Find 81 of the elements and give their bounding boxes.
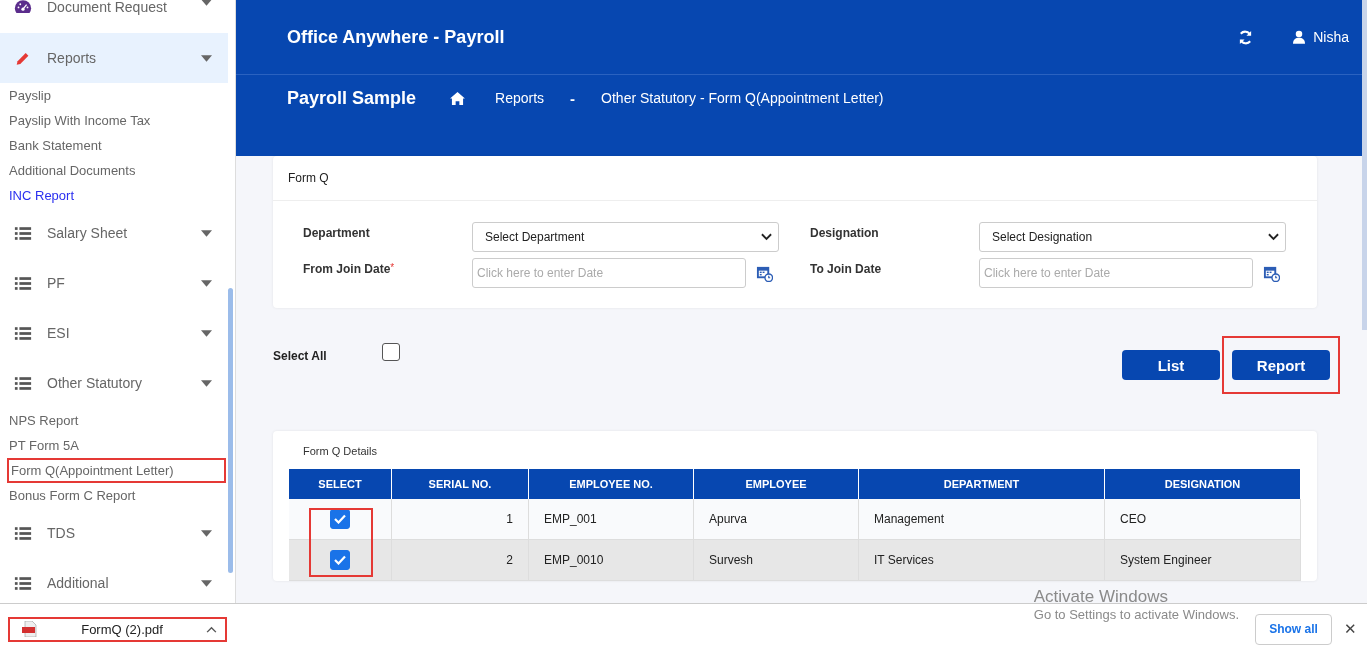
close-button[interactable]: ✕ <box>1344 620 1357 638</box>
table-cell: IT Services <box>874 553 934 567</box>
company-name: Payroll Sample <box>287 87 417 109</box>
chevron-icon <box>761 233 772 241</box>
caret-icon <box>201 229 212 237</box>
activation-notice-title: Activate Windows <box>1033 587 1169 607</box>
action-button[interactable]: List <box>1122 350 1220 380</box>
check-icon <box>334 555 346 565</box>
chevron-up-icon <box>206 625 217 633</box>
sidebar-group[interactable]: TDS <box>0 508 228 558</box>
date-input[interactable]: Click here to enter Date <box>979 258 1253 288</box>
action-button[interactable]: Report <box>1232 350 1330 380</box>
caret-icon <box>201 279 212 287</box>
user-icon <box>1293 30 1306 44</box>
sidebar-item[interactable]: Bonus Form C Report <box>0 483 228 508</box>
table-cell: EMP_001 <box>544 512 597 526</box>
list-icon <box>14 325 32 341</box>
field-label: Department <box>303 225 371 240</box>
table-cell: Survesh <box>709 553 754 567</box>
breadcrumb-link[interactable]: Reports <box>495 90 545 106</box>
table-title: Form Q Details <box>302 445 378 457</box>
select-all-checkbox[interactable] <box>382 343 400 361</box>
show-all-button[interactable]: Show all <box>1255 613 1332 645</box>
sidebar-item[interactable]: NPS Report <box>0 408 228 433</box>
table-cell: System Engineer <box>1120 553 1212 567</box>
caret-icon <box>201 579 212 587</box>
field-label: To Join Date <box>810 261 883 276</box>
required-mark: * <box>390 262 395 273</box>
dropdown[interactable]: Select Designation <box>979 222 1286 252</box>
caret-icon <box>201 0 212 6</box>
activation-notice-text: Go to Settings to activate Windows. <box>1033 607 1239 622</box>
caret-icon <box>201 529 212 537</box>
sidebar-group[interactable]: Document Request <box>0 0 228 21</box>
sidebar-item[interactable]: PT Form 5A <box>0 433 228 458</box>
sidebar-group[interactable]: Salary Sheet <box>0 208 228 258</box>
sidebar-group[interactable]: Reports <box>0 33 228 83</box>
sidebar-item[interactable]: INC Report <box>0 183 228 208</box>
calendar-icon[interactable] <box>756 264 773 282</box>
sidebar-group[interactable]: Other Statutory <box>0 358 228 408</box>
table-cell: 2 <box>506 553 513 567</box>
sidebar-item[interactable]: Form Q(Appointment Letter) <box>7 458 226 483</box>
caret-icon <box>201 329 212 337</box>
table-cell: 1 <box>506 512 513 526</box>
table-cell: Apurva <box>709 512 748 526</box>
scrollbar[interactable] <box>1362 0 1367 330</box>
list-icon <box>14 275 32 291</box>
sidebar-group[interactable]: ESI <box>0 308 228 358</box>
row-checkbox[interactable] <box>330 509 350 529</box>
chevron-icon <box>1268 233 1279 241</box>
pdf-file-icon <box>22 621 38 637</box>
user-name[interactable]: Nisha <box>1313 29 1349 45</box>
table-cell: Management <box>874 512 945 526</box>
sidebar-item[interactable]: Bank Statement <box>0 133 228 158</box>
home-icon[interactable] <box>450 91 466 105</box>
field-label: From Join Date* <box>303 261 396 276</box>
list-icon <box>14 375 32 391</box>
sidebar-item[interactable]: Payslip <box>0 83 228 108</box>
table-cell: EMP_0010 <box>544 553 604 567</box>
list-icon <box>14 225 32 241</box>
sidebar-item[interactable]: Payslip With Income Tax <box>0 108 228 133</box>
dropdown[interactable]: Select Department <box>472 222 779 252</box>
row-checkbox[interactable] <box>330 550 350 570</box>
breadcrumb-separator: - <box>570 89 576 107</box>
calendar-icon[interactable] <box>1263 264 1280 282</box>
list-icon <box>14 525 32 541</box>
sidebar-group[interactable]: Additional <box>0 558 228 603</box>
check-icon <box>334 514 346 524</box>
select-all-label: Select All <box>273 349 328 363</box>
sidebar-group[interactable]: PF <box>0 258 228 308</box>
table-cell: CEO <box>1120 512 1146 526</box>
list-icon <box>14 575 32 591</box>
card-title: Form Q <box>273 156 1317 201</box>
caret-icon <box>201 379 212 387</box>
app-title: Office Anywhere - Payroll <box>287 26 506 48</box>
download-item[interactable]: FormQ (2).pdf <box>8 616 227 642</box>
refresh-icon[interactable] <box>1238 29 1254 45</box>
sidebar-item[interactable]: Additional Documents <box>0 158 228 183</box>
breadcrumb-current: Other Statutory - Form Q(Appointment Letter) <box>601 90 884 106</box>
caret-icon <box>201 54 212 62</box>
field-label: Designation <box>810 225 880 240</box>
date-input[interactable]: Click here to enter Date <box>472 258 746 288</box>
